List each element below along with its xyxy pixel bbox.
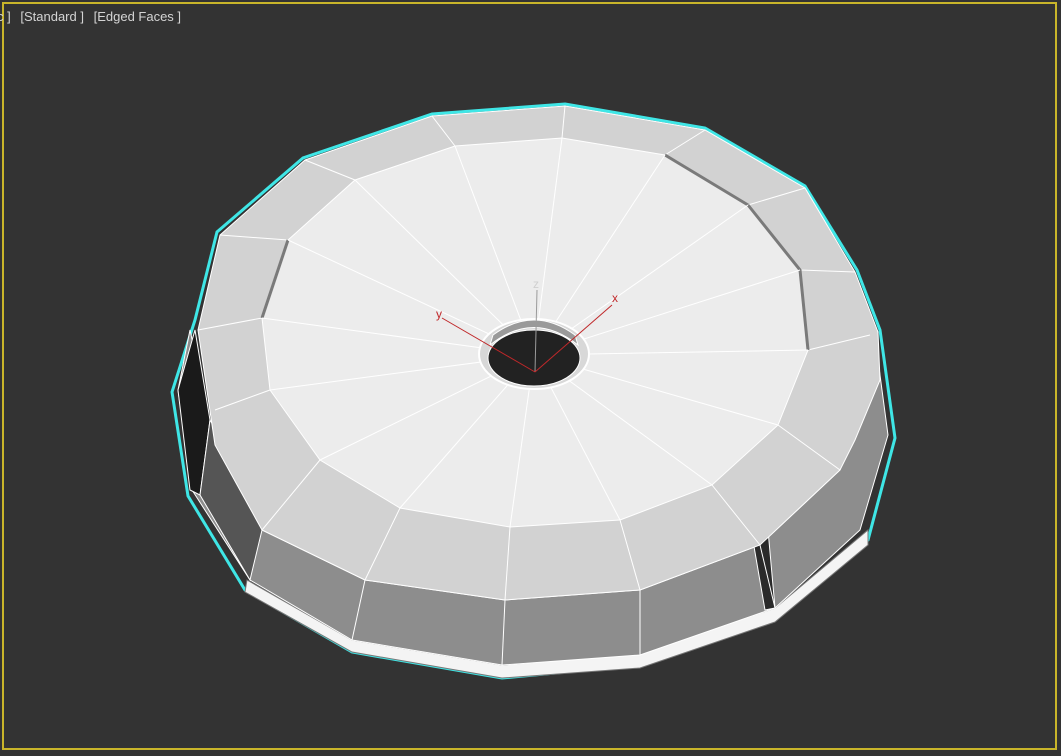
inner-hole (487, 329, 581, 387)
torus-object[interactable] (170, 102, 897, 680)
gizmo-x-label: x (612, 291, 618, 305)
gizmo-y-label: y (436, 307, 442, 321)
viewport-scene[interactable]: z x y (0, 0, 1061, 756)
gizmo-z-label: z (533, 277, 539, 291)
